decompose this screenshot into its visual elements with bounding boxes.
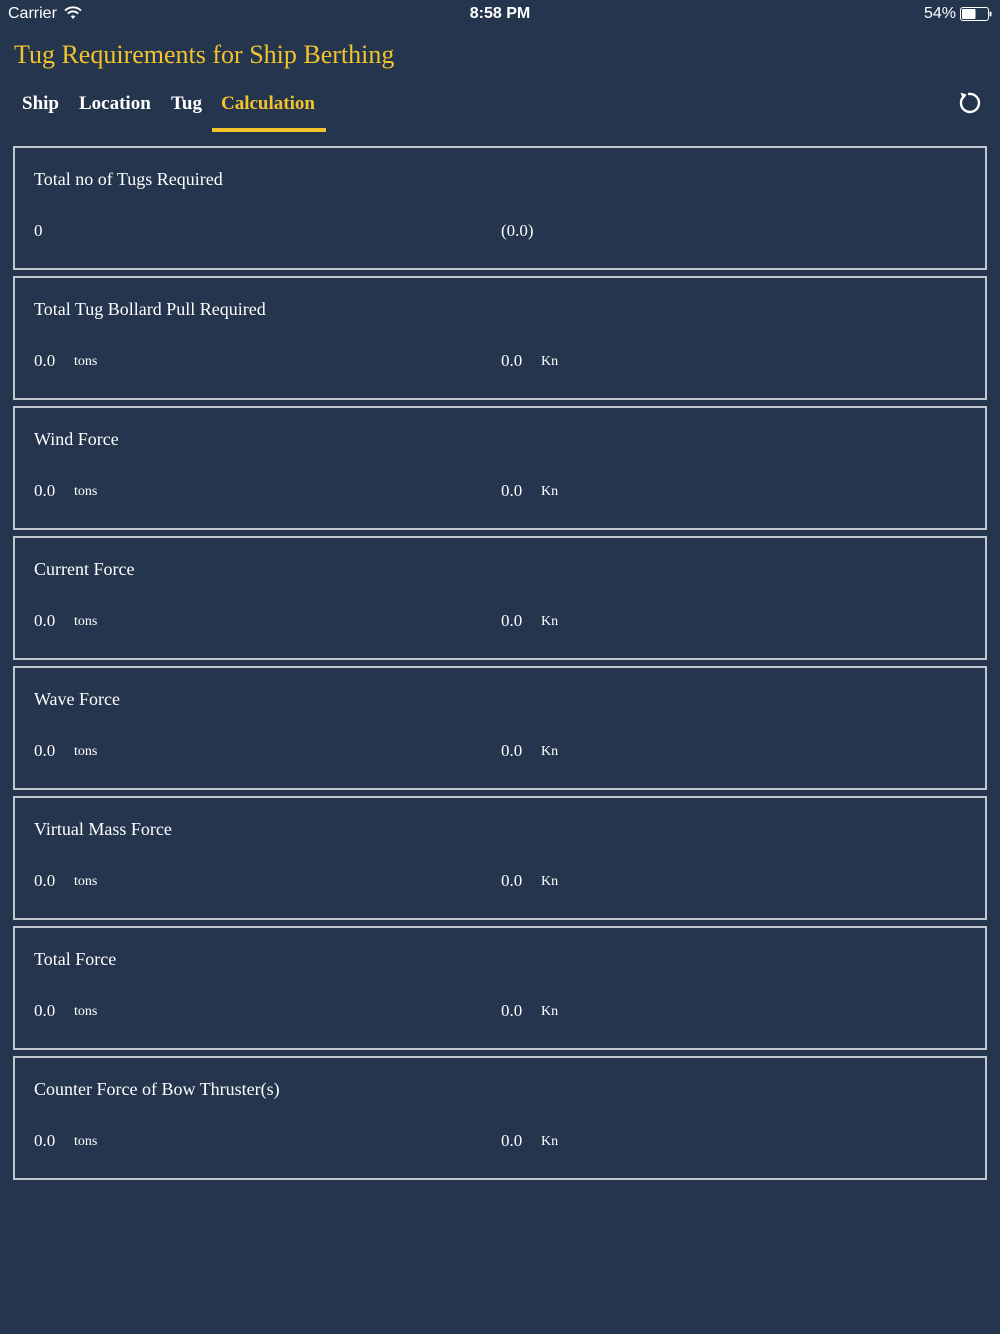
active-tab-indicator <box>212 128 326 132</box>
value-tons: 0.0 <box>34 741 56 760</box>
tab-location[interactable]: Location <box>79 88 151 132</box>
unit-tons: tons <box>74 354 98 369</box>
value-kn: 0.0 <box>501 351 523 370</box>
card-wave-force: Wave Force 0.0 tons 0.0 Kn <box>13 666 987 790</box>
value-tons: 0.0 <box>34 351 56 370</box>
tab-calculation[interactable]: Calculation <box>221 88 315 132</box>
page-title: Tug Requirements for Ship Berthing <box>14 40 395 69</box>
card-title: Counter Force of Bow Thruster(s) <box>34 1079 280 1099</box>
card-virtual-mass-force: Virtual Mass Force 0.0 tons 0.0 Kn <box>13 796 987 920</box>
unit-kn: Kn <box>541 354 559 369</box>
unit-kn: Kn <box>541 1004 559 1019</box>
battery-percent: 54% <box>923 5 956 22</box>
card-title: Wind Force <box>34 429 119 449</box>
value-tons: 0.0 <box>34 481 56 500</box>
value-tons: 0.0 <box>34 611 56 630</box>
clock: 8:58 PM <box>469 5 531 22</box>
value-kn: 0.0 <box>501 611 523 630</box>
unit-kn: Kn <box>541 1134 559 1149</box>
refresh-button[interactable] <box>954 88 984 118</box>
value-primary: 0 <box>34 221 43 240</box>
card-current-force: Current Force 0.0 tons 0.0 Kn <box>13 536 987 660</box>
unit-tons: tons <box>74 874 98 889</box>
unit-kn: Kn <box>541 874 559 889</box>
results-list: Total no of Tugs Required 0 (0.0) Total … <box>13 146 987 1186</box>
unit-tons: tons <box>74 1134 98 1149</box>
value-tons: 0.0 <box>34 1131 56 1150</box>
card-title: Total Tug Bollard Pull Required <box>34 299 266 319</box>
card-title: Current Force <box>34 559 135 579</box>
unit-tons: tons <box>74 744 98 759</box>
card-wind-force: Wind Force 0.0 tons 0.0 Kn <box>13 406 987 530</box>
value-tons: 0.0 <box>34 871 56 890</box>
refresh-icon <box>959 92 981 114</box>
battery-icon <box>960 7 992 21</box>
unit-tons: tons <box>74 484 98 499</box>
card-title: Wave Force <box>34 689 121 709</box>
card-title: Virtual Mass Force <box>34 819 172 839</box>
value-kn: 0.0 <box>501 871 523 890</box>
unit-kn: Kn <box>541 484 559 499</box>
value-secondary: (0.0) <box>501 221 534 240</box>
card-bow-thruster-force: Counter Force of Bow Thruster(s) 0.0 ton… <box>13 1056 987 1180</box>
value-kn: 0.0 <box>501 481 523 500</box>
value-tons: 0.0 <box>34 1001 56 1020</box>
card-total-tugs: Total no of Tugs Required 0 (0.0) <box>13 146 987 270</box>
status-bar: Carrier 8:58 PM 54% <box>0 0 1000 28</box>
card-total-force: Total Force 0.0 tons 0.0 Kn <box>13 926 987 1050</box>
tab-tug[interactable]: Tug <box>171 88 202 132</box>
card-bollard-pull: Total Tug Bollard Pull Required 0.0 tons… <box>13 276 987 400</box>
unit-tons: tons <box>74 614 98 629</box>
value-kn: 0.0 <box>501 1001 523 1020</box>
value-kn: 0.0 <box>501 1131 523 1150</box>
unit-kn: Kn <box>541 614 559 629</box>
tab-ship[interactable]: Ship <box>22 88 59 132</box>
card-title: Total Force <box>34 949 117 969</box>
unit-tons: tons <box>74 1004 98 1019</box>
card-title: Total no of Tugs Required <box>34 169 223 189</box>
unit-kn: Kn <box>541 744 559 759</box>
value-kn: 0.0 <box>501 741 523 760</box>
